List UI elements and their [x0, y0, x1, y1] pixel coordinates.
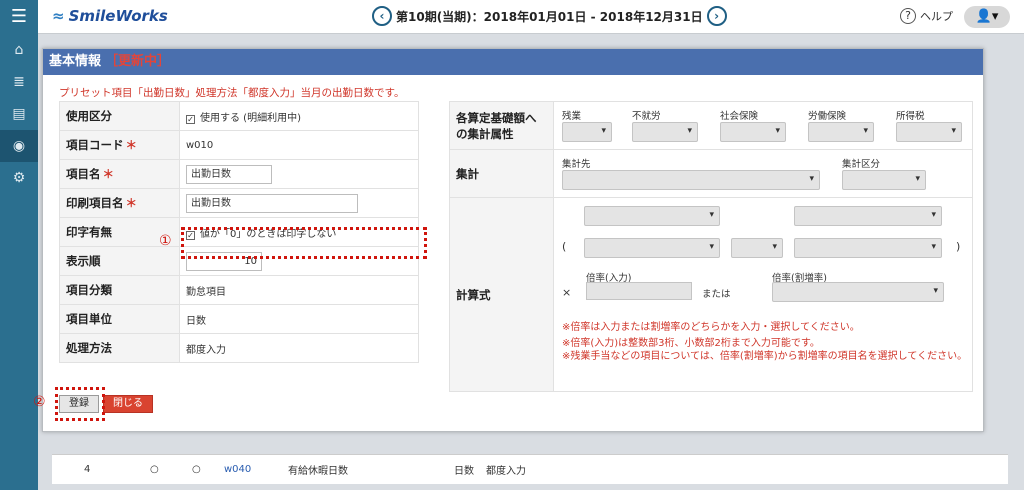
gear-icon[interactable]: ⚙ — [0, 162, 38, 194]
document-icon[interactable]: ▤ — [0, 98, 38, 130]
formula-operator-select[interactable] — [731, 238, 783, 258]
user-menu-button[interactable]: 👤▾ — [964, 6, 1010, 28]
top-bar: ☰ ≈ SmileWorks ‹ 第10期(当期)：2018年01月01日 - 2… — [0, 0, 1024, 34]
marker-one: ① — [159, 233, 172, 249]
table-row: 項目名＊ 出勤日数 — [59, 159, 419, 189]
status-badge: ［更新中］ — [105, 54, 171, 69]
list-icon[interactable]: ≣ — [0, 66, 38, 98]
chevron-right-icon[interactable]: › — [706, 6, 727, 26]
order-label: 表示順 — [59, 246, 180, 276]
code-value: w010 — [179, 130, 419, 160]
income-tax-select[interactable] — [896, 122, 962, 142]
home-icon[interactable]: ⌂ — [0, 34, 38, 66]
question-icon: ? — [900, 8, 916, 24]
user-icon: 👤 — [975, 9, 992, 24]
table-row: 使用区分 ✓ 使用する (明細利用中) — [59, 101, 419, 131]
highlight-box-print-flag — [181, 227, 427, 259]
formula-label: 計算式 — [449, 197, 554, 392]
close-button[interactable]: 閉じる — [103, 395, 153, 413]
period-text: 第10期(当期)：2018年01月01日 - 2018年12月31日 — [396, 9, 703, 24]
unit-value: 日数 — [179, 304, 419, 334]
unit-label: 項目単位 — [59, 304, 180, 334]
chevron-left-icon[interactable]: ‹ — [372, 6, 392, 26]
name-label: 項目名 — [66, 167, 101, 181]
rate-input-field[interactable] — [586, 282, 692, 300]
period-selector: ‹ 第10期(当期)：2018年01月01日 - 2018年12月31日 › — [372, 6, 727, 26]
highlight-box-register — [55, 387, 105, 421]
method-value: 都度入力 — [179, 333, 419, 363]
method-label: 処理方法 — [59, 333, 180, 363]
table-row[interactable]: 4 ○ ○ w040 有給休暇日数 日数 都度入力 — [52, 454, 1008, 484]
absence-select[interactable] — [632, 122, 698, 142]
category-value: 勤怠項目 — [179, 275, 419, 305]
table-row: 各算定基礎額への集計属性 残業 不就労 社会保険 労働保険 所得税 — [449, 101, 973, 150]
sum-dest-select[interactable] — [562, 170, 820, 190]
table-row: 計算式 ( ) 倍率(入力) 倍率(割増率) × または ※倍率は入力または割増… — [449, 197, 973, 392]
table-row: 項目分類 勤怠項目 — [59, 275, 419, 305]
overtime-select[interactable] — [562, 122, 612, 142]
code-label: 項目コード — [66, 138, 124, 152]
category-label: 項目分類 — [59, 275, 180, 305]
modal-title: 基本情報 — [49, 54, 102, 69]
usage-checkbox[interactable]: ✓ — [186, 114, 195, 124]
sum-label: 集計 — [449, 149, 554, 198]
sidebar: ⌂ ≣ ▤ ◉ ⚙ — [0, 34, 38, 490]
item-name-input[interactable]: 出勤日数 — [186, 164, 272, 184]
social-insurance-select[interactable] — [720, 122, 786, 142]
sum-class-select[interactable] — [842, 170, 926, 190]
rate-mult-select[interactable] — [772, 282, 944, 302]
table-row: 項目コード＊ w010 — [59, 130, 419, 160]
app-logo[interactable]: ≈ SmileWorks — [52, 7, 168, 25]
print-name-label: 印刷項目名 — [66, 196, 124, 210]
hamburger-icon[interactable]: ☰ — [0, 0, 38, 34]
marker-two: ② — [33, 394, 46, 410]
modal-header: 基本情報 ［更新中］ — [43, 49, 983, 75]
table-row: 印刷項目名＊ 出勤日数 — [59, 188, 419, 218]
print-name-input[interactable]: 出勤日数 — [186, 193, 358, 213]
preset-notice: プリセット項目「出勤日数」処理方法「都度入力」当月の出勤日数です。 — [59, 87, 405, 99]
formula-mid-right-select[interactable] — [794, 238, 942, 258]
basic-info-modal: 基本情報 ［更新中］ プリセット項目「出勤日数」処理方法「都度入力」当月の出勤日数… — [33, 48, 984, 432]
item-code-link[interactable]: w040 — [224, 464, 251, 475]
formula-top-left-select[interactable] — [584, 206, 720, 226]
help-link[interactable]: ? ヘルプ — [900, 8, 953, 24]
table-row: 集計 集計先 集計区分 — [449, 149, 973, 198]
calc-settings-table: 各算定基礎額への集計属性 残業 不就労 社会保険 労働保険 所得税 集計 集計先… — [449, 101, 973, 392]
attr-label: 各算定基礎額への集計属性 — [449, 101, 554, 150]
table-row: 項目単位 日数 — [59, 304, 419, 334]
logo-swoosh-icon: ≈ — [52, 7, 65, 25]
labor-insurance-select[interactable] — [808, 122, 874, 142]
formula-mid-left-select[interactable] — [584, 238, 720, 258]
money-icon[interactable]: ◉ — [0, 130, 38, 162]
table-row: 処理方法 都度入力 — [59, 333, 419, 363]
usage-label: 使用区分 — [59, 101, 180, 131]
formula-top-right-select[interactable] — [794, 206, 942, 226]
